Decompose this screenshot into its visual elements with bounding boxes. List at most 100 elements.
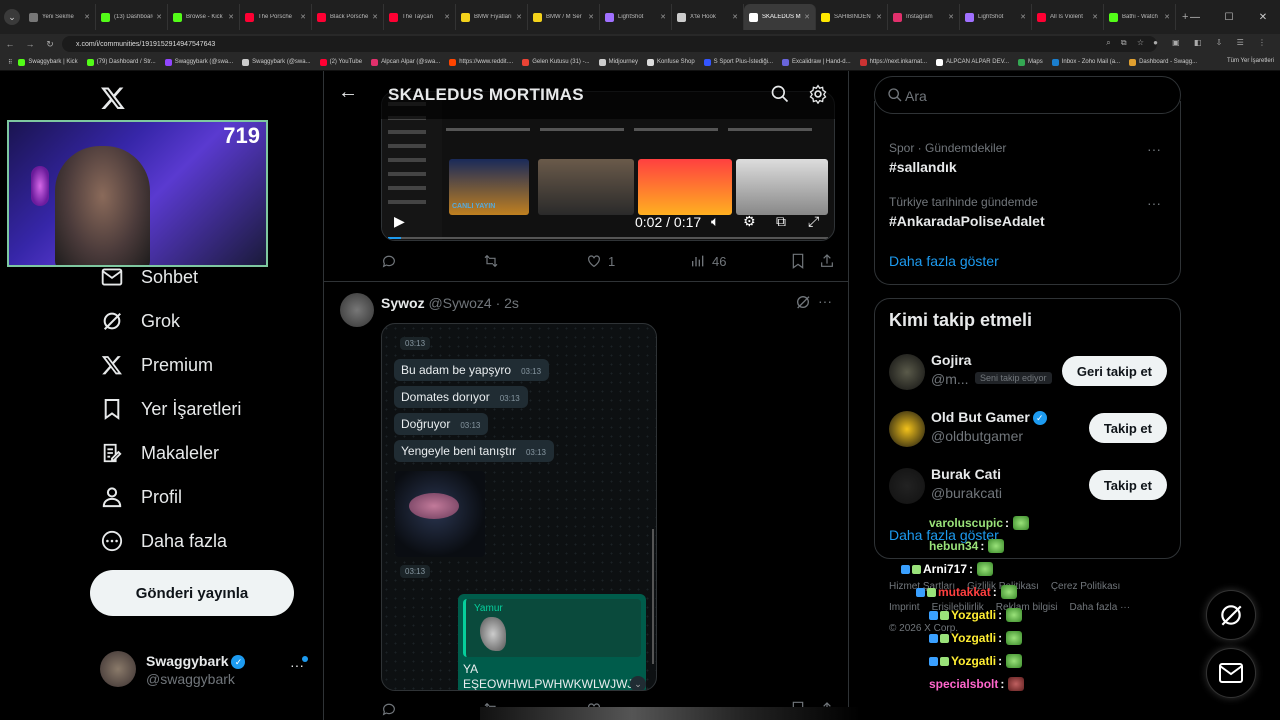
bookmark-item[interactable]: Midjourney: [598, 58, 638, 66]
footer-link[interactable]: Imprint: [889, 602, 920, 613]
browser-tab[interactable]: BMW / M Ser ✕: [528, 4, 600, 30]
footer-link[interactable]: Daha fazla ···: [1069, 602, 1130, 613]
footer-link[interactable]: Çerez Politikası: [1051, 581, 1120, 592]
browser-tab[interactable]: Browse - Kick ✕: [168, 4, 240, 30]
tab-close-icon[interactable]: ✕: [444, 13, 450, 21]
bookmark-item[interactable]: Alpcan Alpar (@swa...: [371, 58, 440, 66]
back-arrow-icon[interactable]: ←: [338, 81, 358, 104]
tab-close-icon[interactable]: ✕: [732, 13, 738, 21]
search-input[interactable]: Ara: [874, 76, 1181, 114]
tab-close-icon[interactable]: ✕: [1164, 13, 1170, 21]
views-button[interactable]: 46: [690, 253, 726, 269]
trend-item[interactable]: Spor · Gündemdekiler #sallandık ···: [889, 141, 1169, 175]
bookmark-item[interactable]: Konfuse Shop: [646, 58, 695, 66]
share-icon[interactable]: [819, 253, 841, 269]
tab-close-icon[interactable]: ✕: [948, 13, 954, 21]
tab-close-icon[interactable]: ✕: [156, 13, 162, 21]
avatar[interactable]: [889, 468, 925, 504]
video-settings-icon[interactable]: ⚙: [743, 213, 756, 230]
bookmark-item[interactable]: Maps: [1018, 58, 1043, 66]
trend-item[interactable]: Türkiye tarihinde gündemde #AnkaradaPolis…: [889, 195, 1169, 229]
nav-item-profil[interactable]: Profil: [100, 482, 182, 512]
bookmark-item[interactable]: Dashboard - Swagg...: [1129, 58, 1197, 66]
nav-item-daha-fazla[interactable]: Daha fazla: [100, 526, 227, 556]
tab-close-icon[interactable]: ✕: [1020, 13, 1026, 21]
nav-item-sohbet[interactable]: Sohbet: [100, 262, 198, 292]
tab-close-icon[interactable]: ✕: [300, 13, 306, 21]
tab-close-icon[interactable]: ✕: [660, 13, 666, 21]
nav-item-premium[interactable]: Premium: [100, 350, 213, 380]
maximize-button[interactable]: ☐: [1212, 12, 1246, 23]
repost-icon[interactable]: [482, 253, 506, 269]
fullscreen-icon[interactable]: ⤢: [808, 213, 819, 230]
play-icon[interactable]: ▶: [394, 213, 405, 230]
account-switcher[interactable]: Swaggybark ✓ @swaggybark ···: [100, 651, 310, 687]
volume-icon[interactable]: 🔈︎: [711, 213, 719, 230]
x-logo-icon[interactable]: [100, 85, 126, 111]
browser-tab[interactable]: (13) Dashboard ✕: [96, 4, 168, 30]
post-author[interactable]: Sywoz @Sywoz4 · 2s: [381, 295, 519, 311]
tab-close-icon[interactable]: ✕: [84, 13, 90, 21]
browser-tab[interactable]: Bathi - Watch ✕: [1104, 4, 1176, 30]
tab-close-icon[interactable]: ✕: [804, 13, 810, 21]
browser-tab[interactable]: The Porsche ✕: [240, 4, 312, 30]
bookmark-item[interactable]: https://next.inkarnat...: [859, 58, 927, 66]
reply-icon[interactable]: [381, 253, 403, 269]
close-window-button[interactable]: ✕: [1246, 12, 1280, 23]
follow-suggestion[interactable]: Burak Cati @burakcati Takip et: [889, 466, 1169, 506]
tab-close-icon[interactable]: ✕: [516, 13, 522, 21]
follow-button[interactable]: Geri takip et: [1061, 356, 1167, 386]
nav-item-makaleler[interactable]: Makaleler: [100, 438, 219, 468]
bookmark-item[interactable]: (2) YouTube: [319, 58, 362, 66]
trend-more-icon[interactable]: ···: [1147, 141, 1161, 157]
extension-icons[interactable]: ● ▣ ◧ ⇩ ☰ ⋮: [1153, 38, 1272, 47]
browser-tab[interactable]: All Is Violent ✕: [1032, 4, 1104, 30]
reply-icon[interactable]: [381, 701, 403, 717]
browser-tab[interactable]: LightShot ✕: [960, 4, 1032, 30]
tab-close-icon[interactable]: ✕: [588, 13, 594, 21]
bookmark-item[interactable]: Swaggybark (@swa...: [164, 58, 233, 66]
gear-icon[interactable]: [808, 84, 828, 109]
like-button[interactable]: 1: [586, 253, 615, 269]
grok-floating-button[interactable]: [1206, 590, 1256, 640]
tab-close-icon[interactable]: ✕: [1092, 13, 1098, 21]
bookmark-item[interactable]: Swaggybark | Kick: [18, 58, 78, 66]
tab-search-button[interactable]: ⌄: [4, 9, 20, 25]
bookmark-icon[interactable]: [791, 253, 811, 269]
browser-tab[interactable]: SKALEDUS M ✕: [744, 4, 816, 30]
address-bar-icons[interactable]: ⌕ ⧉ ☆: [1106, 38, 1148, 48]
video-progress-bar[interactable]: [388, 237, 828, 239]
browser-tab[interactable]: Instagram ✕: [888, 4, 960, 30]
back-button[interactable]: ←: [0, 39, 20, 49]
bookmark-item[interactable]: Inbox - Zoho Mail (a...: [1051, 58, 1120, 66]
follow-button[interactable]: Takip et: [1088, 470, 1167, 500]
tab-close-icon[interactable]: ✕: [228, 13, 234, 21]
avatar[interactable]: [889, 411, 925, 447]
bookmark-item[interactable]: Swaggybark (@swa...: [242, 58, 311, 66]
post-more-icon[interactable]: ···: [818, 293, 832, 309]
browser-tab[interactable]: Yeni Sekme ✕: [24, 4, 96, 30]
avatar[interactable]: [340, 293, 374, 327]
url-field[interactable]: x.com/i/communities/1919152914947547643: [62, 36, 1157, 52]
chat-scrollbar[interactable]: [652, 529, 654, 664]
reload-button[interactable]: ↻: [40, 39, 60, 50]
nav-item-grok[interactable]: Grok: [100, 306, 180, 336]
browser-tab[interactable]: Black Porsche ✕: [312, 4, 384, 30]
trend-more-icon[interactable]: ···: [1147, 195, 1161, 211]
bookmark-item[interactable]: Excalidraw | Hand-d...: [782, 58, 851, 66]
all-bookmarks[interactable]: Tüm Yer İşaretleri: [1227, 58, 1274, 64]
bookmark-item[interactable]: (79) Dashboard / Str...: [86, 58, 156, 66]
pip-icon[interactable]: ⧉: [776, 213, 786, 230]
search-icon[interactable]: [770, 84, 790, 109]
bookmark-item[interactable]: https://www.reddit....: [449, 58, 513, 66]
follow-button[interactable]: Takip et: [1088, 413, 1167, 443]
bookmark-item[interactable]: S Sport Plus-İstediği...: [703, 58, 773, 66]
avatar[interactable]: [889, 354, 925, 390]
tab-close-icon[interactable]: ✕: [876, 13, 882, 21]
forward-button[interactable]: →: [20, 39, 40, 49]
tab-close-icon[interactable]: ✕: [372, 13, 378, 21]
follow-suggestion[interactable]: Gojira @m... Seni takip ediyor Geri takip e…: [889, 352, 1169, 392]
minimize-button[interactable]: —: [1178, 12, 1212, 23]
bookmark-item[interactable]: ALPCAN ALPAR DEV...: [936, 58, 1009, 66]
apps-icon[interactable]: ⠿: [8, 59, 12, 66]
